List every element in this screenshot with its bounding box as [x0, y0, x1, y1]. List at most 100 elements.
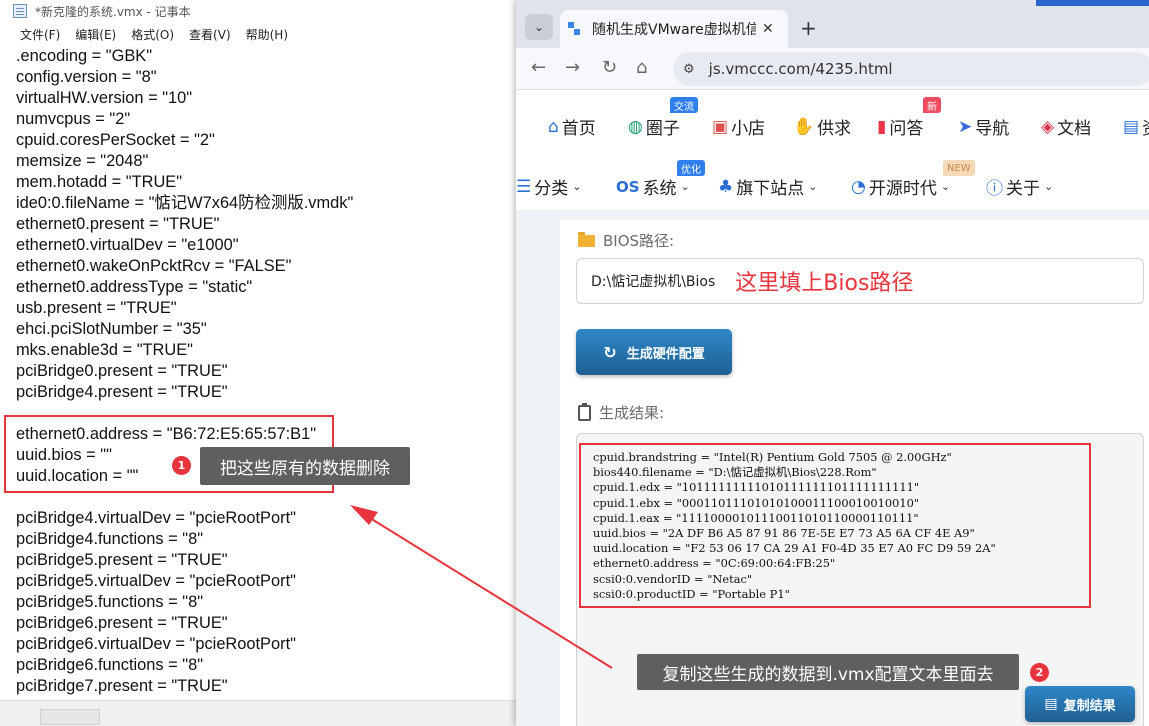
nav-shop[interactable]: ▣ 小店 — [712, 114, 766, 140]
home-icon: ⌂ — [548, 116, 559, 137]
web-page: ⌂ 首页 ◍ 圈子 交流 ▣ 小店 ✋ 供求 ▮ 问答 新 ➤ 导航 ◈ 文档 … — [516, 90, 1149, 726]
text-line: pciBridge6.present = "TRUE" — [16, 614, 228, 632]
nav-supply[interactable]: ✋ 供求 — [793, 114, 852, 140]
forward-arrow-icon[interactable]: → — [565, 57, 580, 79]
result-line: ethernet0.address = "0C:69:00:64:FB:25" — [593, 556, 836, 571]
nav-resources[interactable]: ▤ 资 — [1123, 114, 1149, 140]
generate-config-button[interactable]: ↻ 生成硬件配置 — [576, 329, 732, 375]
result-lines: cpuid.brandstring = "Intel(R) Pentium Go… — [593, 450, 996, 602]
result-line: cpuid.1.eax = "1111000010111001101011000… — [593, 510, 919, 525]
result-line: scsi0:0.productID = "Portable P1" — [593, 586, 790, 601]
copy-result-button[interactable]: ▤ 复制结果 — [1025, 686, 1135, 722]
chevron-down-icon: ⌄ — [808, 180, 818, 193]
text-line: pciBridge4.functions = "8" — [16, 530, 204, 548]
menu-icon: ☰ — [516, 176, 532, 197]
layers-icon: ◈ — [1041, 116, 1055, 137]
primary-nav: ⌂ 首页 ◍ 圈子 交流 ▣ 小店 ✋ 供求 ▮ 问答 新 ➤ 导航 ◈ 文档 … — [516, 90, 1149, 160]
nav-navigation[interactable]: ➤ 导航 — [958, 114, 1010, 140]
home-icon[interactable]: ⌂ — [636, 57, 647, 79]
notepad-window: *新克隆的系统.vmx - 记事本 文件(F) 编辑(E) 格式(O) 查看(V… — [0, 0, 516, 726]
reload-icon[interactable]: ↻ — [602, 57, 617, 79]
result-label-text: 生成结果: — [599, 404, 665, 422]
result-line: scsi0:0.vendorID = "Netac" — [593, 571, 753, 586]
nav-qa[interactable]: ▮ 问答 — [877, 114, 923, 140]
notepad-titlebar[interactable]: *新克隆的系统.vmx - 记事本 — [0, 0, 516, 22]
result-line: cpuid.1.ebx = "0001101110101010001110001… — [593, 495, 920, 510]
nav-label: 开源时代 — [868, 179, 937, 199]
os-icon: OS — [616, 177, 640, 196]
browser-tab-active[interactable]: 随机生成VMware虚拟机信息 – ✕ — [560, 10, 788, 48]
text-line: memsize = "2048" — [16, 152, 149, 170]
address-bar[interactable]: ⚙ js.vmccc.com/4235.html — [673, 52, 1149, 86]
menu-file[interactable]: 文件(F) — [20, 26, 60, 43]
text-line: ethernet0.present = "TRUE" — [16, 215, 220, 233]
copy-instruction-tooltip: 复制这些生成的数据到.vmx配置文本里面去 — [637, 654, 1019, 690]
text-line: ide0:0.fileName = "惦记W7x64防检测版.vmdk" — [16, 194, 354, 212]
close-icon[interactable]: ✕ — [762, 21, 774, 37]
nav-label: 首页 — [561, 119, 596, 139]
nav-category[interactable]: ☰ 分类 ⌄ — [516, 174, 581, 200]
step-badge-2: 2 — [1030, 663, 1049, 682]
text-line: mks.enable3d = "TRUE" — [16, 341, 193, 359]
bios-label-text: BIOS路径: — [603, 232, 675, 250]
clipboard-icon: ▤ — [1044, 696, 1058, 712]
text-line: ethernet0.wakeOnPcktRcv = "FALSE" — [16, 257, 292, 275]
text-line: pciBridge7.present = "TRUE" — [16, 677, 228, 695]
text-line: ethernet0.addressType = "static" — [16, 278, 253, 296]
menu-edit[interactable]: 编辑(E) — [75, 26, 116, 43]
handshake-icon: ✋ — [793, 116, 815, 137]
menu-format[interactable]: 格式(O) — [131, 26, 174, 43]
nav-circle[interactable]: ◍ 圈子 — [628, 114, 680, 140]
taskbar-tab — [40, 709, 100, 725]
nav-opensource[interactable]: ◔ 开源时代 ⌄ — [851, 174, 951, 200]
nav-label: 小店 — [731, 119, 766, 139]
notepad-text-editor[interactable]: .encoding = "GBK" config.version = "8" v… — [0, 46, 516, 698]
result-line: bios440.filename = "D:\惦记虚拟机\Bios\228.Ro… — [593, 465, 877, 480]
back-arrow-icon[interactable]: ← — [531, 57, 546, 79]
text-line: usb.present = "TRUE" — [16, 299, 177, 317]
text-line: pciBridge6.virtualDev = "pcieRootPort" — [16, 635, 296, 653]
nav-badge: NEW — [943, 160, 975, 176]
nav-sites[interactable]: ♣ 旗下站点 ⌄ — [718, 174, 818, 200]
nav-about[interactable]: ⓘ 关于 ⌄ — [986, 174, 1053, 199]
shop-icon: ▣ — [712, 116, 729, 137]
nav-docs[interactable]: ◈ 文档 — [1041, 114, 1092, 140]
result-line: cpuid.1.edx = "1011111111101011111110111… — [593, 480, 920, 495]
nav-label: 旗下站点 — [736, 179, 805, 199]
nav-label: 供求 — [817, 119, 852, 139]
menu-help[interactable]: 帮助(H) — [246, 26, 288, 43]
bios-path-value: D:\惦记虚拟机\Bios — [591, 274, 716, 290]
site-info-icon[interactable]: ⚙ — [683, 62, 695, 77]
nav-label: 资 — [1142, 114, 1149, 139]
nav-label: 分类 — [534, 179, 569, 199]
nav-label: 圈子 — [645, 119, 680, 139]
sitemap-icon: ♣ — [718, 176, 734, 197]
chat-circle-icon: ◍ — [628, 116, 643, 137]
browser-window: ⌄ 随机生成VMware虚拟机信息 – ✕ + ← → ↻ ⌂ ⚙ js.vmc… — [516, 0, 1149, 726]
chevron-down-icon: ⌄ — [940, 180, 951, 193]
browser-tabstrip: ⌄ 随机生成VMware虚拟机信息 – ✕ + — [516, 0, 1149, 48]
text-line: cpuid.coresPerSocket = "2" — [16, 131, 215, 149]
nav-label: 系统 — [642, 179, 677, 199]
menu-view[interactable]: 查看(V) — [189, 26, 231, 43]
notepad-title: *新克隆的系统.vmx - 记事本 — [35, 4, 191, 19]
copy-button-label: 复制结果 — [1063, 698, 1116, 714]
text-line: ethernet0.virtualDev = "e1000" — [16, 236, 239, 254]
generator-card: BIOS路径: D:\惦记虚拟机\Bios 这里填上Bios路径 ↻ 生成硬件配… — [560, 220, 1149, 726]
text-line: mem.hotadd = "TRUE" — [16, 173, 183, 191]
nav-home[interactable]: ⌂ 首页 — [548, 114, 596, 140]
text-line: pciBridge6.functions = "8" — [16, 656, 204, 674]
tab-search-button[interactable]: ⌄ — [525, 14, 553, 40]
new-tab-button[interactable]: + — [800, 18, 817, 38]
result-line: cpuid.brandstring = "Intel(R) Pentium Go… — [593, 450, 952, 464]
nav-system[interactable]: OS 系统 ⌄ — [616, 174, 690, 200]
bios-path-input[interactable]: D:\惦记虚拟机\Bios 这里填上Bios路径 — [576, 258, 1144, 304]
nav-label: 导航 — [975, 119, 1010, 139]
nav-label: 文档 — [1057, 119, 1092, 139]
text-line: numvcpus = "2" — [16, 110, 131, 128]
tab-title: 随机生成VMware虚拟机信息 – — [592, 22, 756, 38]
result-line: uuid.location = "F2 53 06 17 CA 29 A1 F0… — [593, 541, 996, 556]
notepad-menubar: 文件(F) 编辑(E) 格式(O) 查看(V) 帮助(H) — [0, 24, 516, 44]
text-line: .encoding = "GBK" — [16, 47, 153, 65]
nav-badge: 优化 — [677, 160, 705, 176]
